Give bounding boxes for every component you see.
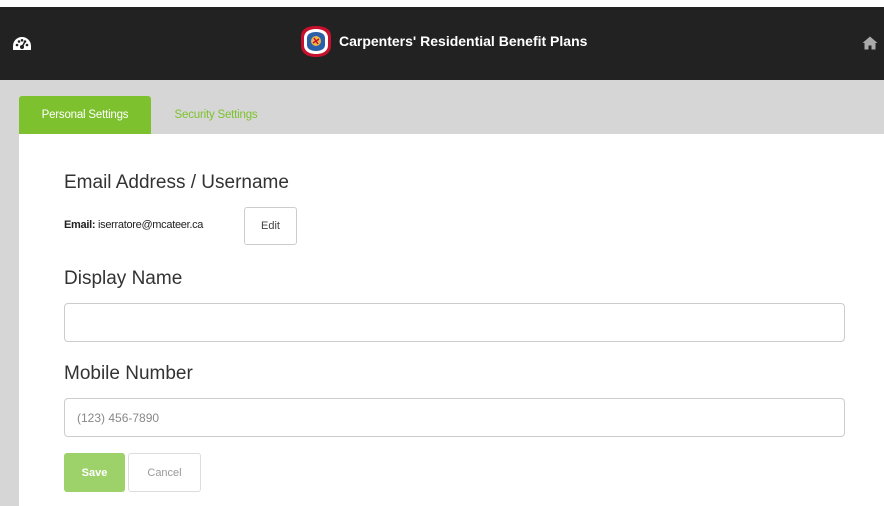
display-name-input[interactable] xyxy=(64,303,845,342)
top-strip xyxy=(0,0,884,7)
brand-title: Carpenters' Residential Benefit Plans xyxy=(339,33,588,49)
edit-email-button[interactable]: Edit xyxy=(244,207,297,245)
save-button[interactable]: Save xyxy=(64,453,125,492)
brand[interactable]: Carpenters' Residential Benefit Plans xyxy=(297,23,587,59)
brand-logo xyxy=(301,26,331,57)
tab-personal-settings[interactable]: Personal Settings xyxy=(19,96,151,134)
email-line: Email: iserratore@mcateer.ca xyxy=(64,219,203,231)
left-gutter xyxy=(0,134,19,506)
cancel-button[interactable]: Cancel xyxy=(128,453,201,492)
display-name-heading: Display Name xyxy=(64,268,183,289)
email-label: Email: xyxy=(64,219,96,231)
dashboard-icon[interactable] xyxy=(12,36,32,52)
edit-email-label: Edit xyxy=(261,220,280,232)
mobile-number-input[interactable] xyxy=(64,398,845,437)
email-value: iserratore@mcateer.ca xyxy=(97,219,204,231)
email-section-heading: Email Address / Username xyxy=(64,172,289,193)
home-icon[interactable] xyxy=(862,36,878,50)
mobile-number-heading: Mobile Number xyxy=(64,363,193,384)
tab-security-settings[interactable]: Security Settings xyxy=(151,96,281,134)
